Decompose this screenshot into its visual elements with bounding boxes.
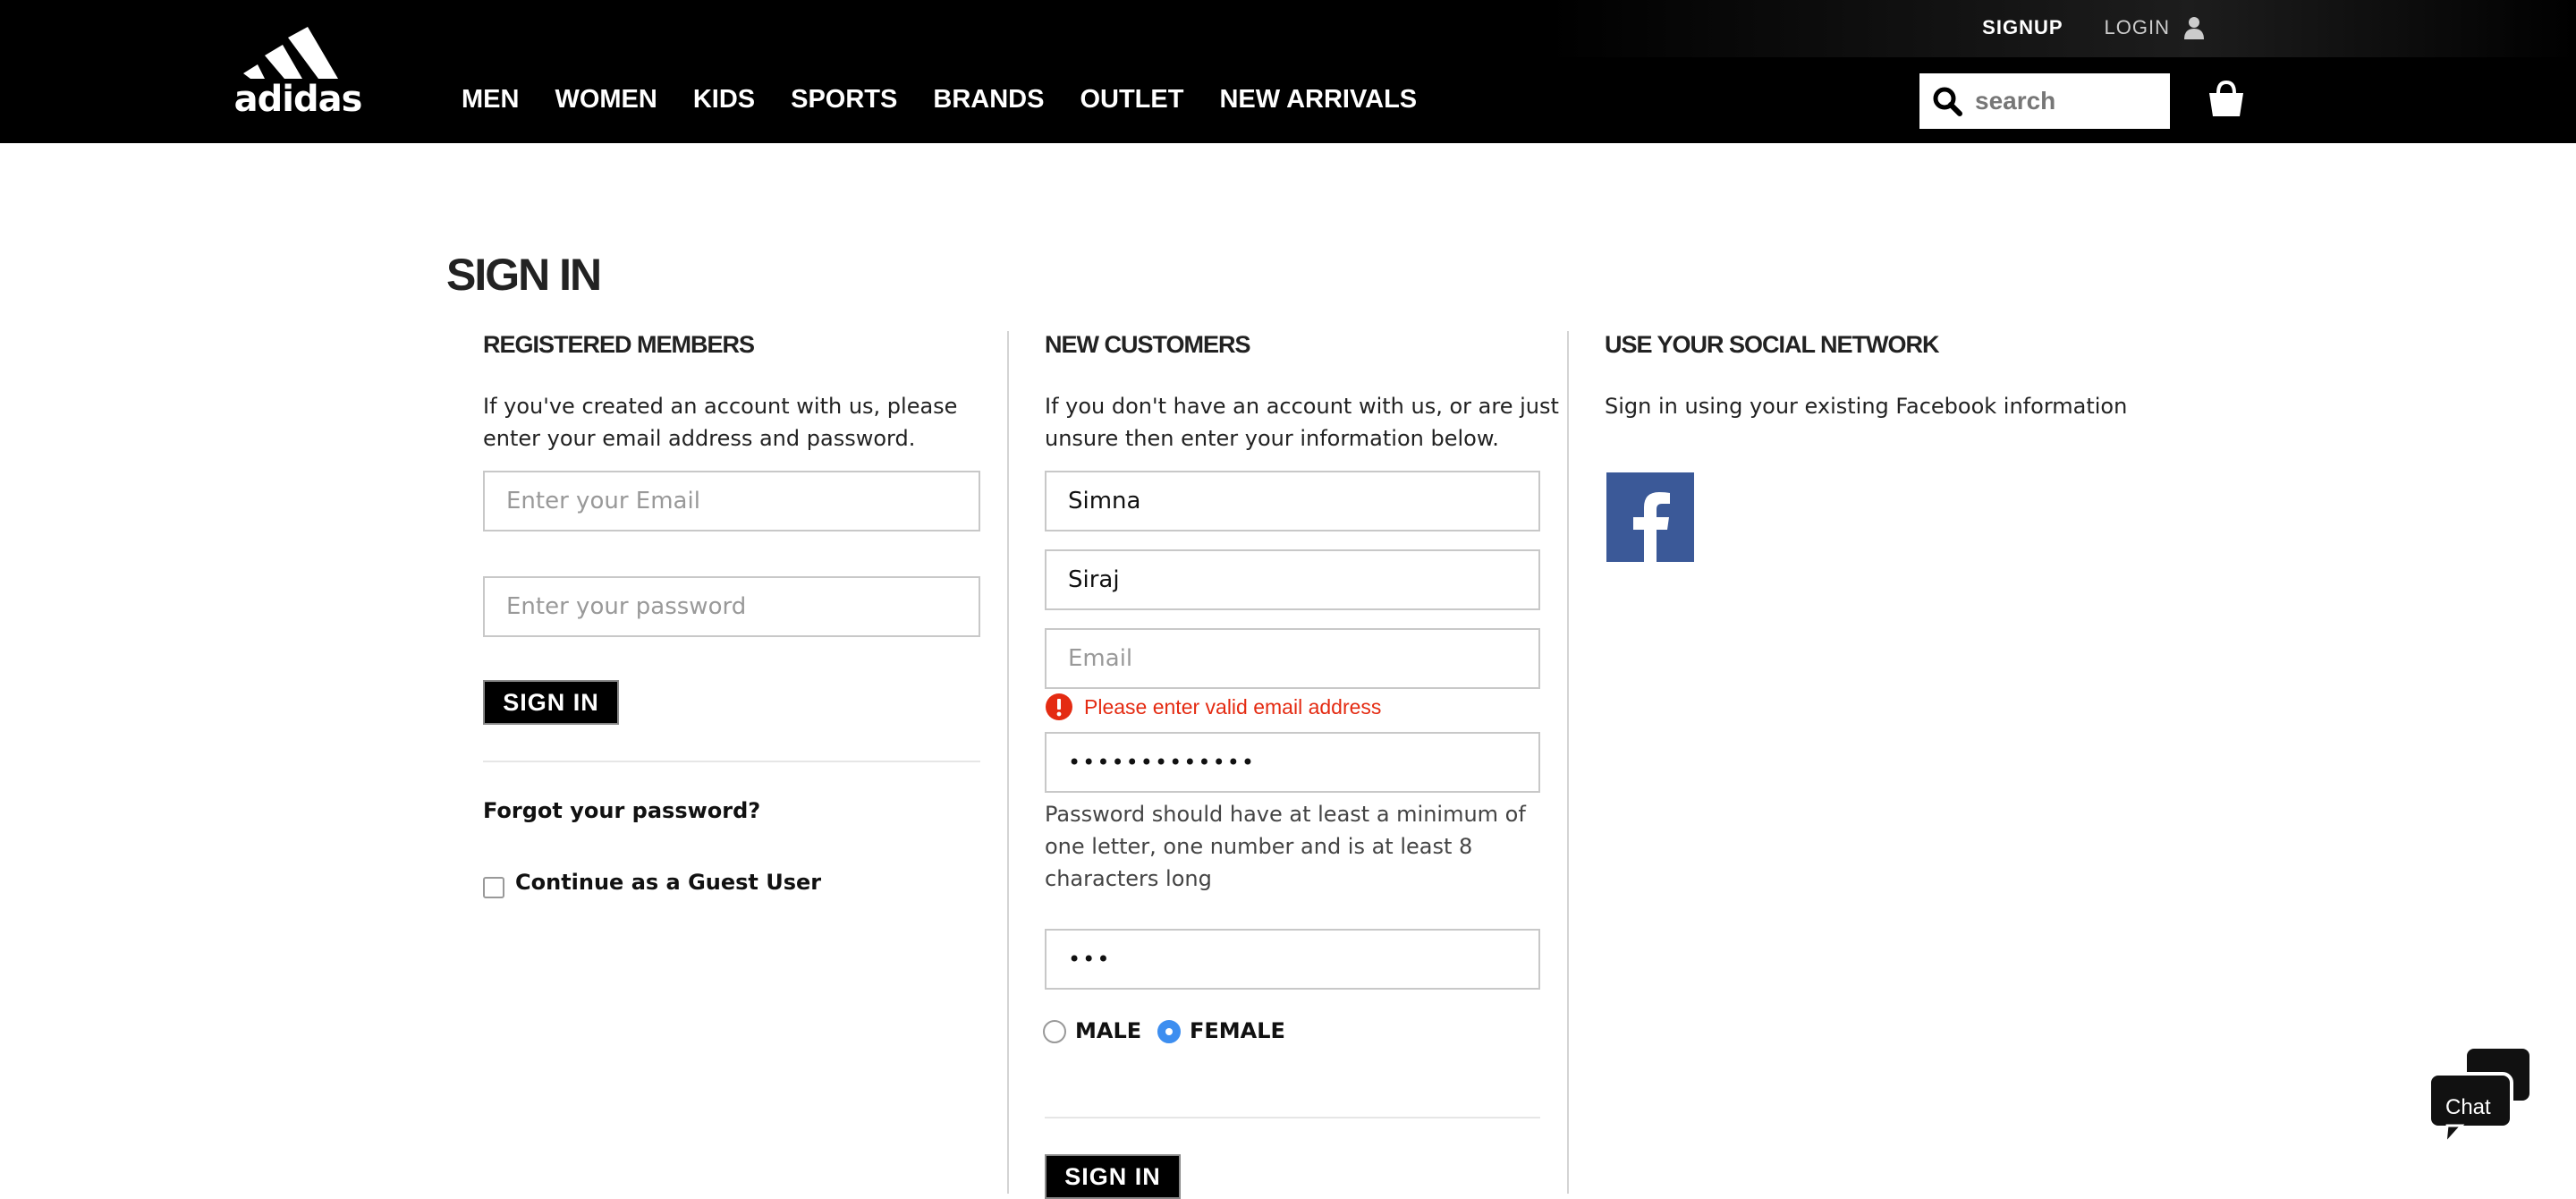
chat-label: Chat bbox=[2445, 1095, 2491, 1119]
nav-sports[interactable]: SPORTS bbox=[791, 85, 897, 115]
gender-male-radio[interactable] bbox=[1043, 1020, 1066, 1043]
divider bbox=[1045, 1117, 1540, 1118]
facebook-icon bbox=[1633, 492, 1670, 562]
first-name-field[interactable] bbox=[1045, 471, 1540, 531]
email-error-text: Please enter valid email address bbox=[1084, 694, 1382, 719]
sign-in-button[interactable]: SIGN IN bbox=[483, 680, 619, 725]
register-password-field[interactable]: ••••••••••••• bbox=[1045, 732, 1540, 793]
confirm-password-field[interactable]: ••• bbox=[1045, 929, 1540, 990]
adidas-logo[interactable]: adidas bbox=[233, 27, 363, 122]
page-title: SIGN IN bbox=[446, 250, 602, 300]
top-utility-bar: SIGNUP LOGIN bbox=[0, 0, 2576, 57]
facebook-login-button[interactable] bbox=[1606, 472, 1694, 562]
signup-link[interactable]: SIGNUP bbox=[1982, 16, 2063, 39]
nav-brands[interactable]: BRANDS bbox=[933, 85, 1044, 115]
shopping-bag-icon[interactable] bbox=[2206, 79, 2247, 120]
divider bbox=[483, 761, 980, 762]
account-links: SIGNUP LOGIN bbox=[1982, 16, 2204, 39]
password-hint-line-3: characters long bbox=[1045, 866, 1212, 891]
guest-user-checkbox[interactable] bbox=[483, 877, 504, 898]
registered-members-title: REGISTERED MEMBERS bbox=[483, 331, 755, 358]
nav-kids[interactable]: KIDS bbox=[693, 85, 755, 115]
adidas-three-stripes-icon bbox=[243, 27, 338, 79]
new-customers-desc-line-1: If you don't have an account with us, or… bbox=[1045, 394, 1559, 419]
logo-wordmark: adidas bbox=[233, 79, 363, 120]
login-link[interactable]: LOGIN bbox=[2105, 16, 2204, 39]
register-sign-in-button[interactable]: SIGN IN bbox=[1045, 1154, 1181, 1199]
registered-desc-line-2: enter your email address and password. bbox=[483, 426, 916, 451]
search-icon[interactable] bbox=[1932, 86, 1962, 116]
gender-female-radio[interactable] bbox=[1157, 1020, 1181, 1043]
search-input[interactable] bbox=[1973, 86, 2156, 116]
login-email-field[interactable] bbox=[483, 471, 980, 531]
gender-female-label[interactable]: FEMALE bbox=[1190, 1018, 1285, 1043]
login-label: LOGIN bbox=[2104, 16, 2170, 38]
registered-desc-line-1: If you've created an account with us, pl… bbox=[483, 394, 958, 419]
register-email-field[interactable] bbox=[1045, 628, 1540, 689]
new-customers-title: NEW CUSTOMERS bbox=[1045, 331, 1251, 358]
nav-outlet[interactable]: OUTLET bbox=[1080, 85, 1183, 115]
chat-widget-button[interactable]: Chat bbox=[2426, 1045, 2535, 1148]
guest-user-label[interactable]: Continue as a Guest User bbox=[515, 870, 821, 895]
nav-women[interactable]: WOMEN bbox=[555, 85, 657, 115]
new-customers-desc-line-2: unsure then enter your information below… bbox=[1045, 426, 1499, 451]
login-password-field[interactable] bbox=[483, 576, 980, 637]
forgot-password-link[interactable]: Forgot your password? bbox=[483, 798, 760, 823]
nav-new-arrivals[interactable]: NEW ARRIVALS bbox=[1219, 85, 1417, 115]
password-hint-line-2: one letter, one number and is at least 8 bbox=[1045, 834, 1473, 859]
error-icon bbox=[1046, 693, 1072, 720]
nav-men[interactable]: MEN bbox=[462, 85, 519, 115]
social-desc: Sign in using your existing Facebook inf… bbox=[1605, 394, 2128, 419]
last-name-field[interactable] bbox=[1045, 549, 1540, 610]
column-divider bbox=[1007, 331, 1009, 1194]
search-box bbox=[1919, 73, 2170, 129]
social-network-title: USE YOUR SOCIAL NETWORK bbox=[1605, 331, 1940, 358]
email-error-message: Please enter valid email address bbox=[1045, 693, 1381, 721]
user-icon bbox=[2184, 17, 2204, 39]
password-hint-line-1: Password should have at least a minimum … bbox=[1045, 802, 1526, 827]
column-divider bbox=[1567, 331, 1569, 1194]
category-nav: MEN WOMEN KIDS SPORTS BRANDS OUTLET NEW … bbox=[462, 85, 1453, 115]
gender-male-label[interactable]: MALE bbox=[1075, 1018, 1141, 1043]
